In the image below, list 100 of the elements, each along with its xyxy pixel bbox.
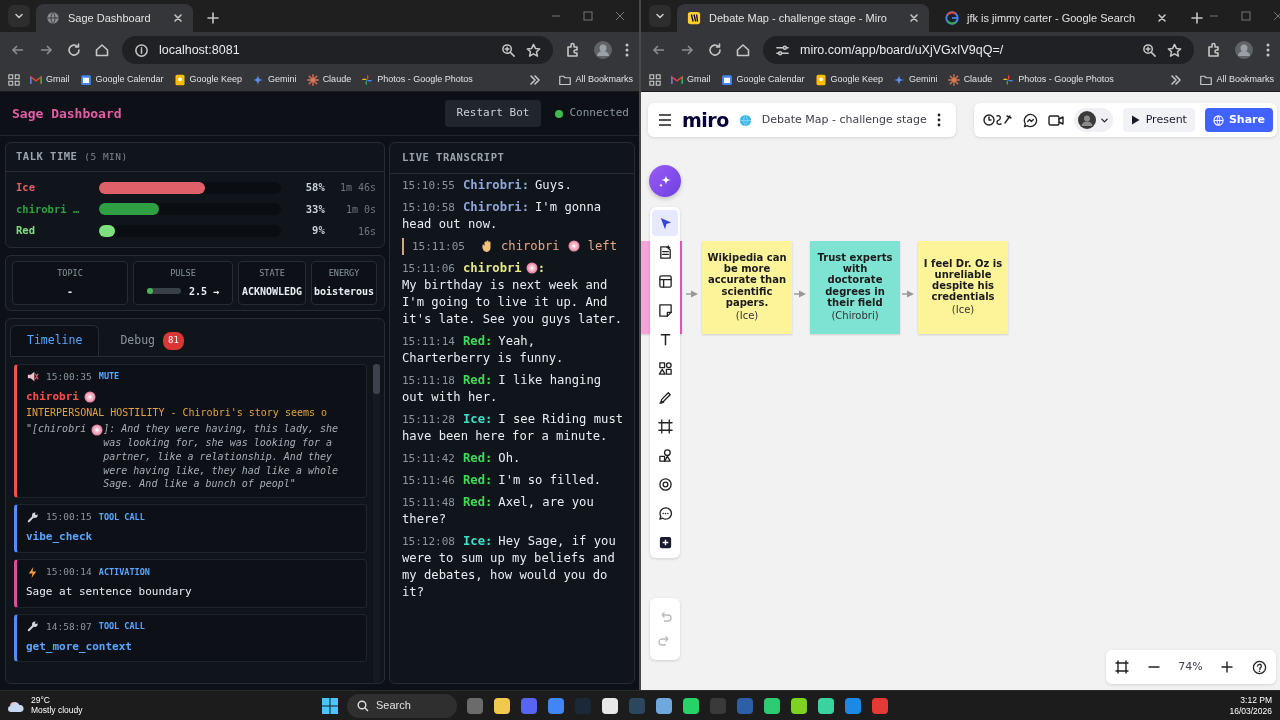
new-tab-icon[interactable] — [206, 12, 219, 24]
mail-icon — [671, 73, 683, 86]
bookmark[interactable]: Google Keep — [814, 72, 884, 87]
maximize-icon[interactable] — [1241, 11, 1252, 21]
zoom-level[interactable]: 74% — [1178, 658, 1203, 676]
clock[interactable]: 3:12 PM 16/03/2026 — [1229, 694, 1272, 717]
panel-title: TALK TIME — [16, 150, 78, 162]
zoom-in-icon[interactable] — [1221, 661, 1234, 673]
star-icon[interactable] — [526, 42, 541, 58]
transcript-message: 15:12:08 Ice: Hey Sage, if you were to sum up my beliefs and my debates, how would you do it? — [402, 532, 617, 601]
miro-logo: miro — [682, 107, 729, 133]
close-icon[interactable] — [908, 13, 919, 23]
bookmark[interactable]: Google Calendar — [79, 72, 164, 87]
stat-label: TOPIC — [57, 267, 83, 280]
restart-button[interactable]: Restart Bot — [444, 100, 542, 127]
more-bookmarks-icon[interactable] — [1170, 73, 1183, 86]
bookmark[interactable]: Gmail — [671, 72, 711, 87]
browser-tab[interactable]: Debate Map - challenge stage - Miro — [677, 4, 929, 32]
event-time: 15:00:14 — [46, 565, 92, 579]
profile-avatar-icon[interactable] — [1234, 40, 1254, 60]
close-icon[interactable] — [172, 13, 183, 23]
bookmark[interactable]: Gmail — [30, 72, 70, 87]
app-icon[interactable] — [493, 696, 511, 715]
message-text: My birthday is next week and I'm going to live it up. And it's late. See you guys later. — [402, 276, 624, 328]
present-button[interactable]: Present — [1122, 107, 1195, 133]
timer-reactions-icon[interactable] — [982, 113, 1013, 127]
globe-icon — [738, 113, 752, 127]
panel-tab[interactable]: Debug 81 — [103, 325, 201, 356]
new-tab-icon[interactable] — [1191, 12, 1204, 24]
tool-button[interactable] — [652, 210, 678, 236]
home-icon[interactable] — [735, 42, 751, 58]
event-type: TOOL CALL — [98, 511, 145, 524]
weather-widget[interactable]: 29°C Mostly cloudy — [6, 695, 83, 716]
app-icon[interactable] — [655, 696, 673, 715]
windows-start-icon[interactable] — [322, 697, 338, 714]
menu-icon[interactable] — [1266, 42, 1270, 58]
collaborator-menu[interactable] — [1073, 108, 1113, 132]
bookmark[interactable]: Gemini — [252, 72, 297, 87]
tab-search-button[interactable] — [649, 5, 671, 27]
app-icon[interactable] — [817, 696, 835, 715]
app-icon[interactable] — [601, 696, 619, 715]
bookmark[interactable]: Google Keep — [173, 72, 243, 87]
pinwheel-icon — [361, 73, 374, 86]
note-icon — [814, 73, 827, 86]
bookmark[interactable]: Photos - Google Photos — [1002, 72, 1114, 87]
menu-icon[interactable] — [625, 42, 629, 58]
app-icon[interactable] — [682, 696, 700, 715]
extensions-icon[interactable] — [565, 42, 581, 58]
weather-condition: Mostly cloudy — [31, 705, 83, 716]
scrollbar[interactable] — [373, 363, 380, 683]
avatar-icon — [1077, 111, 1096, 129]
tab-search-button[interactable] — [8, 5, 30, 27]
close-icon[interactable] — [1157, 13, 1168, 23]
more-options-icon[interactable] — [936, 113, 941, 127]
sticky-text: Trust experts with doctorate degrees in their field — [816, 252, 894, 308]
apps-icon[interactable] — [8, 73, 20, 86]
bookmark[interactable]: Photos - Google Photos — [361, 72, 473, 87]
zoom-icon[interactable] — [501, 42, 516, 58]
extensions-icon[interactable] — [1206, 42, 1222, 58]
add-icon — [657, 534, 673, 550]
zoom-icon[interactable] — [1142, 42, 1157, 58]
wrench-icon — [26, 620, 39, 634]
bookmark[interactable]: Gemini — [893, 72, 938, 87]
address-bar[interactable]: miro.com/app/board/uXjVGxIV9qQ=/ — [763, 36, 1194, 64]
menu-icon[interactable] — [658, 114, 672, 126]
help-icon[interactable] — [1251, 659, 1267, 675]
bookmark[interactable]: Claude — [947, 72, 993, 87]
browser-tab[interactable]: Sage Dashboard — [36, 4, 193, 32]
wrench-icon — [26, 510, 39, 524]
maximize-icon[interactable] — [583, 11, 593, 21]
ai-assistant-button[interactable] — [649, 165, 681, 197]
star-icon[interactable] — [1167, 42, 1182, 58]
board-title[interactable]: Debate Map - challenge stage — [761, 111, 927, 129]
talk-percent: 9% — [311, 223, 325, 239]
transcript-message: 15:11:48 Red: Axel, are you there? — [402, 493, 595, 528]
burst-icon — [947, 73, 960, 86]
chat-icon[interactable] — [1022, 112, 1038, 128]
sticky-author: (Ice) — [951, 303, 975, 318]
bookmark[interactable]: Claude — [306, 72, 352, 87]
bookmark[interactable]: Google Calendar — [720, 72, 805, 87]
home-icon[interactable] — [94, 42, 110, 58]
calendar-icon — [720, 73, 733, 86]
app-icon[interactable] — [763, 696, 781, 715]
app-icon[interactable] — [790, 696, 808, 715]
address-bar[interactable]: localhost:8081 — [122, 36, 553, 64]
taskbar-search[interactable]: Search — [347, 693, 457, 718]
reload-icon[interactable] — [707, 42, 723, 58]
video-icon[interactable] — [1047, 113, 1064, 127]
panel-tab[interactable]: Timeline — [10, 325, 100, 356]
all-bookmarks-button[interactable]: All Bookmarks — [559, 72, 633, 87]
more-bookmarks-icon[interactable] — [529, 73, 542, 86]
transcript-message: 15:11:28 Ice: I see Riding must have been here for a minute. — [402, 410, 625, 445]
all-bookmarks-button[interactable]: All Bookmarks — [1200, 72, 1274, 87]
profile-avatar-icon[interactable] — [593, 40, 613, 60]
sticky-note-icon — [657, 302, 673, 318]
reload-icon[interactable] — [66, 42, 82, 58]
browser-tab[interactable]: jfk is jimmy carter - Google Search — [934, 4, 1178, 32]
apps-icon[interactable] — [649, 73, 661, 86]
fit-screen-icon[interactable] — [1115, 660, 1130, 674]
share-button[interactable]: Share — [1204, 107, 1273, 133]
